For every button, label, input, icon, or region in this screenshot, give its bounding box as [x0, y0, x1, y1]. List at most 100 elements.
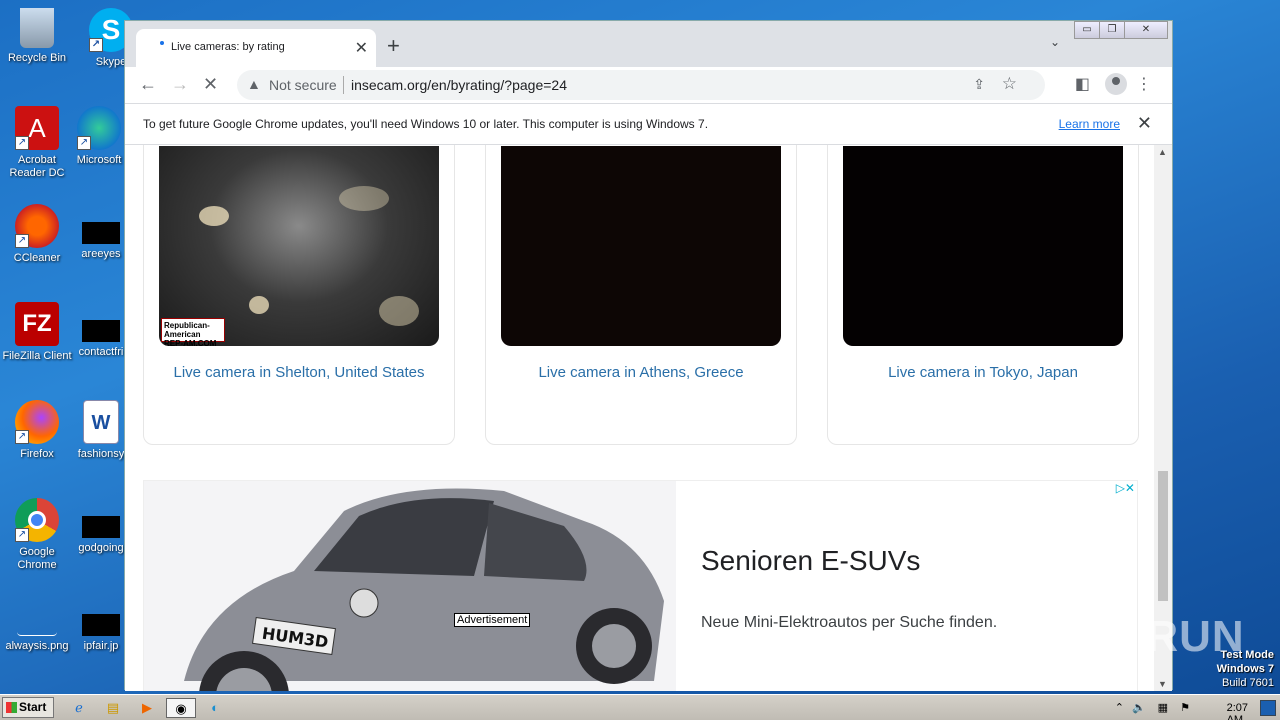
shortcut-arrow-icon: ↗: [15, 136, 29, 150]
camera-thumbnail[interactable]: [501, 146, 781, 346]
omnibox-divider: [343, 76, 344, 94]
infobar-message: To get future Google Chrome updates, you…: [143, 117, 709, 131]
ad-description[interactable]: Neue Mini-Elektroautos per Suche finden.: [701, 614, 997, 632]
tab-live-cameras[interactable]: Live cameras: by rating ✕: [136, 29, 376, 67]
new-tab-button[interactable]: +: [387, 33, 400, 59]
camera-link[interactable]: Live camera in Tokyo, Japan: [828, 364, 1138, 381]
camera-card[interactable]: Republican-American REP-AM.COM Live camer…: [143, 145, 455, 445]
desktop-icon-label: Firefox: [20, 448, 54, 460]
anyrun-watermark: ANY RUN: [1038, 612, 1245, 661]
desktop-icon-label: contactfri: [78, 346, 124, 358]
desktop-icon-filezilla[interactable]: FZ FileZilla Client: [0, 302, 74, 363]
forward-arrow-icon[interactable]: →: [171, 74, 189, 95]
ad-car-image[interactable]: HUM3D Advertisement: [144, 481, 676, 691]
camera-thumbnail[interactable]: [843, 146, 1123, 346]
image-file-icon: [17, 596, 57, 636]
desktop-icon-recycle-bin[interactable]: Recycle Bin: [0, 8, 74, 65]
file-icon: [82, 614, 120, 636]
update-infobar: To get future Google Chrome updates, you…: [125, 103, 1172, 145]
camera-thumbnail[interactable]: Republican-American REP-AM.COM: [159, 146, 439, 346]
word-document-icon: W: [83, 400, 119, 444]
minimize-button[interactable]: ▭: [1074, 21, 1100, 39]
stop-loading-icon[interactable]: ✕: [203, 74, 218, 95]
not-secure-label[interactable]: Not secure: [269, 77, 337, 93]
volume-icon[interactable]: 🔈: [1132, 701, 1146, 714]
desktop-icon-alwaysis[interactable]: alwaysis.png: [0, 596, 74, 653]
camera-card[interactable]: Live camera in Athens, Greece: [485, 145, 797, 445]
test-mode-line: Test Mode: [1220, 649, 1274, 661]
clock[interactable]: 2:07 AM: [1227, 702, 1248, 720]
page-content: Republican-American REP-AM.COM Live camer…: [125, 145, 1155, 691]
page-scrollbar[interactable]: ▲ ▼: [1154, 145, 1172, 691]
address-bar[interactable]: ▲ Not secure insecam.org/en/byrating/?pa…: [237, 70, 1045, 100]
desktop-icon-label: CCleaner: [13, 252, 61, 264]
windows-flag-icon: [6, 702, 17, 713]
advertisement-tag: Advertisement: [454, 613, 531, 627]
acrobat-icon: A ↗: [15, 106, 59, 150]
browser-toolbar: ← → ✕ ▲ Not secure insecam.org/en/byrati…: [125, 67, 1172, 103]
show-desktop-icon[interactable]: [1260, 700, 1276, 716]
firefox-icon: ↗: [15, 400, 59, 444]
back-arrow-icon[interactable]: ←: [139, 74, 157, 95]
chrome-icon: ↗: [15, 498, 59, 542]
internet-explorer-icon[interactable]: ℯ: [68, 698, 90, 718]
advertisement-banner[interactable]: HUM3D Advertisement ▷✕ Senioren E-SUVs N…: [143, 480, 1138, 691]
desktop-icon-ccleaner[interactable]: ↗ CCleaner: [0, 204, 74, 265]
scroll-down-arrow-icon[interactable]: ▼: [1158, 679, 1167, 689]
file-explorer-icon[interactable]: ▤: [102, 698, 124, 718]
chrome-taskbar-icon[interactable]: ◉: [166, 698, 196, 718]
shortcut-arrow-icon: ↗: [77, 136, 91, 150]
network-icon[interactable]: ▦: [1158, 701, 1168, 714]
start-label: Start: [19, 700, 47, 714]
kebab-menu-icon[interactable]: ⋮: [1136, 74, 1152, 94]
desktop-icon-label: godgoing: [78, 542, 124, 554]
adchoices-icon[interactable]: ▷✕: [1116, 481, 1135, 495]
window-controls: ▭ ❐ ✕: [1074, 21, 1168, 39]
tab-close-button[interactable]: ✕: [355, 38, 368, 58]
ccleaner-icon: ↗: [15, 204, 59, 248]
tab-title: Live cameras: by rating: [171, 41, 285, 53]
camera-card[interactable]: Live camera in Tokyo, Japan: [827, 145, 1139, 445]
scrollbar-thumb[interactable]: [1158, 471, 1168, 601]
side-panel-icon[interactable]: ◧: [1075, 74, 1090, 94]
test-mode-notice: Test Mode Windows 7 Build 7601: [1217, 648, 1274, 690]
build-line: Build 7601: [1222, 677, 1274, 689]
desktop-icon-label: fashionsy: [77, 448, 125, 460]
action-center-flag-icon[interactable]: ⚑: [1180, 701, 1190, 714]
loading-favicon-icon: [160, 41, 164, 45]
desktop-icon-label: areeyes: [81, 248, 121, 260]
file-icon: [82, 320, 120, 342]
media-player-icon[interactable]: ▶: [136, 698, 158, 718]
camera-link[interactable]: Live camera in Athens, Greece: [486, 364, 796, 381]
start-button[interactable]: Start: [2, 697, 54, 718]
infobar-close-icon[interactable]: ✕: [1137, 113, 1152, 134]
scroll-up-arrow-icon[interactable]: ▲: [1158, 147, 1167, 157]
shortcut-arrow-icon: ↗: [15, 430, 29, 444]
edge-taskbar-icon[interactable]: ◐: [204, 698, 226, 718]
desktop-icon-firefox[interactable]: ↗ Firefox: [0, 400, 74, 461]
shortcut-arrow-icon: ↗: [15, 234, 29, 248]
warning-triangle-icon[interactable]: ▲: [247, 76, 261, 92]
desktop-icon-label: Recycle Bin: [7, 52, 67, 64]
learn-more-link[interactable]: Learn more: [1059, 117, 1120, 131]
bookmark-star-icon[interactable]: ☆: [1002, 74, 1017, 94]
window-close-button[interactable]: ✕: [1124, 21, 1168, 39]
url-text[interactable]: insecam.org/en/byrating/?page=24: [351, 77, 567, 93]
edge-icon: ↗: [77, 106, 121, 150]
restore-button[interactable]: ❐: [1099, 21, 1125, 39]
desktop-icon-label: Acrobat Reader DC: [9, 154, 65, 179]
tab-strip: Live cameras: by rating ✕ + ⌄ ▭ ❐ ✕: [125, 21, 1172, 67]
chrome-window: Live cameras: by rating ✕ + ⌄ ▭ ❐ ✕ ← → …: [124, 20, 1173, 691]
desktop-icon-label: Microsoft: [76, 154, 122, 166]
taskbar: Start ℯ ▤ ▶ ◉ ◐ ⌃ 🔈 ▦ ⚑ 2:07 AM: [0, 694, 1280, 720]
desktop-icon-label: Google Chrome: [17, 546, 57, 571]
ad-headline[interactable]: Senioren E-SUVs: [701, 545, 920, 577]
share-icon[interactable]: ⇪: [973, 76, 985, 93]
tray-expand-icon[interactable]: ⌃: [1115, 701, 1124, 714]
desktop-icon-chrome[interactable]: ↗ Google Chrome: [0, 498, 74, 572]
shortcut-arrow-icon: ↗: [15, 528, 29, 542]
profile-avatar-icon[interactable]: [1105, 73, 1127, 95]
camera-link[interactable]: Live camera in Shelton, United States: [144, 364, 454, 381]
desktop-icon-label: alwaysis.png: [5, 640, 69, 652]
tab-search-chevron-icon[interactable]: ⌄: [1050, 35, 1060, 49]
